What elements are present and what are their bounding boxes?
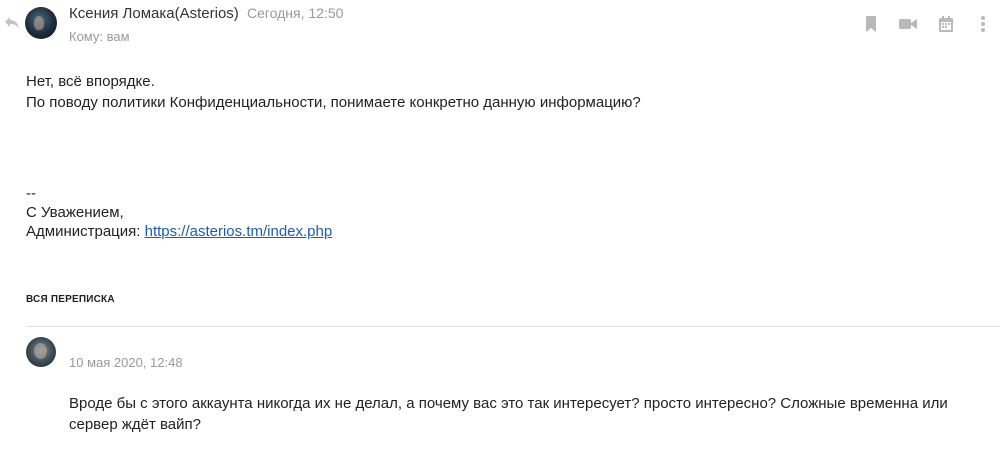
calendar-icon[interactable] bbox=[936, 14, 956, 34]
signature-admin: Администрация: https://asterios.tm/index… bbox=[26, 221, 332, 242]
reply-icon[interactable] bbox=[4, 14, 20, 30]
divider bbox=[26, 326, 1000, 327]
sender-line: Ксения Ломака(Asterios) Сегодня, 12:50 bbox=[69, 5, 343, 22]
message-line: По поводу политики Конфиденциальности, п… bbox=[26, 94, 641, 111]
thread-label[interactable]: ВСЯ ПЕРЕПИСКА bbox=[26, 294, 115, 305]
message-line: Нет, всё впорядке. bbox=[26, 73, 155, 90]
more-icon[interactable] bbox=[973, 14, 993, 34]
thread-avatar[interactable] bbox=[26, 337, 56, 367]
signature-link[interactable]: https://asterios.tm/index.php bbox=[145, 223, 333, 240]
sender-name[interactable]: Ксения Ломака(Asterios) bbox=[69, 5, 239, 22]
recipient[interactable]: Кому: вам bbox=[69, 29, 130, 44]
bookmark-icon[interactable] bbox=[861, 14, 881, 34]
thread-message-text: Вроде бы с этого аккаунта никогда их не … bbox=[69, 395, 948, 433]
signature-admin-label: Администрация: bbox=[26, 223, 141, 240]
sender-avatar[interactable] bbox=[25, 7, 57, 39]
thread-date: 10 мая 2020, 12:48 bbox=[69, 355, 183, 370]
video-icon[interactable] bbox=[898, 14, 918, 34]
message-date: Сегодня, 12:50 bbox=[246, 5, 344, 21]
signature-greeting: С Уважением, bbox=[26, 204, 124, 221]
signature-separator: -- bbox=[26, 185, 36, 202]
